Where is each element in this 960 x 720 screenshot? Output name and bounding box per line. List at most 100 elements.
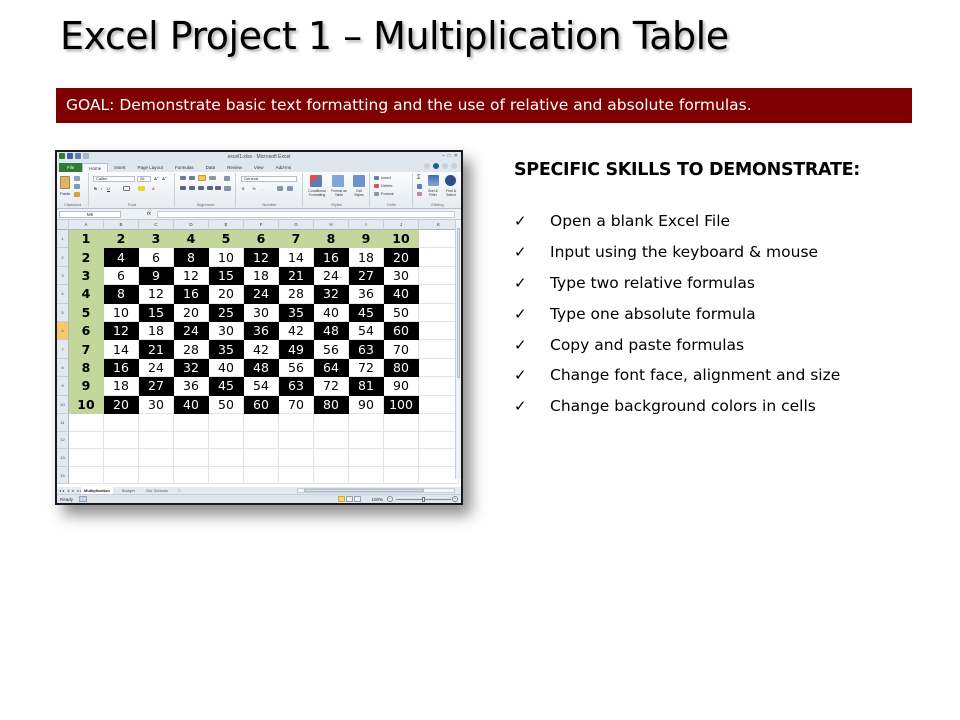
cell-g3[interactable]: 21 xyxy=(279,266,314,286)
column-header-k[interactable]: K xyxy=(419,220,459,230)
cell-k11[interactable] xyxy=(419,414,459,432)
cell-i11[interactable] xyxy=(349,414,384,432)
cell-k7[interactable] xyxy=(419,340,459,359)
normal-view-icon[interactable] xyxy=(338,496,345,502)
cell-d2[interactable]: 8 xyxy=(174,248,209,267)
cell-d8[interactable]: 32 xyxy=(174,358,209,378)
cell-g2[interactable]: 14 xyxy=(279,248,314,267)
cell-a4[interactable]: 4 xyxy=(69,285,104,304)
cell-g6[interactable]: 42 xyxy=(279,322,314,341)
row-header-6[interactable]: 6 xyxy=(57,322,69,341)
cell-a2[interactable]: 2 xyxy=(69,248,104,267)
cell-i3[interactable]: 27 xyxy=(349,266,384,286)
increase-decimal-icon[interactable] xyxy=(277,186,283,191)
cell-g7[interactable]: 49 xyxy=(279,340,314,359)
column-header-a[interactable]: A xyxy=(69,220,104,230)
cell-f9[interactable]: 54 xyxy=(244,377,279,396)
cell-b10[interactable]: 20 xyxy=(104,395,139,414)
row-header-3[interactable]: 3 xyxy=(57,266,69,286)
cell-j9[interactable]: 90 xyxy=(384,377,419,396)
cell-k6[interactable] xyxy=(419,322,459,341)
cell-i2[interactable]: 18 xyxy=(349,248,384,267)
horizontal-scrollbar[interactable] xyxy=(297,488,455,493)
copy-icon[interactable] xyxy=(74,184,80,189)
cell-d10[interactable]: 40 xyxy=(174,395,209,414)
column-header-e[interactable]: E xyxy=(209,220,244,230)
cell-c13[interactable] xyxy=(139,449,174,467)
italic-icon[interactable]: I xyxy=(101,186,102,191)
tab-review[interactable]: Review xyxy=(221,163,248,172)
cell-d7[interactable]: 28 xyxy=(174,340,209,359)
font-name-select[interactable]: Calibri xyxy=(93,176,135,182)
column-header-g[interactable]: G xyxy=(279,220,314,230)
cell-j7[interactable]: 70 xyxy=(384,340,419,359)
cell-f7[interactable]: 42 xyxy=(244,340,279,359)
underline-icon[interactable]: U xyxy=(107,186,110,191)
cell-d5[interactable]: 20 xyxy=(174,303,209,322)
cell-j4[interactable]: 40 xyxy=(384,285,419,304)
row-header-5[interactable]: 5 xyxy=(57,303,69,322)
align-center-icon[interactable] xyxy=(189,186,195,190)
maximize-icon[interactable]: □ xyxy=(448,153,451,159)
cell-f4[interactable]: 24 xyxy=(244,285,279,304)
cell-c3[interactable]: 9 xyxy=(139,266,174,286)
cell-f2[interactable]: 12 xyxy=(244,248,279,267)
cell-b12[interactable] xyxy=(104,431,139,450)
cell-b1[interactable]: 2 xyxy=(104,230,139,249)
row-header-7[interactable]: 7 xyxy=(57,340,69,359)
cell-k5[interactable] xyxy=(419,303,459,322)
cell-k14[interactable] xyxy=(419,466,459,485)
merge-center-icon[interactable] xyxy=(224,186,231,191)
comma-icon[interactable]: , xyxy=(262,186,263,191)
zoom-out-icon[interactable]: − xyxy=(387,496,393,502)
column-header-f[interactable]: F xyxy=(244,220,279,230)
cell-f12[interactable] xyxy=(244,431,279,450)
cell-c9[interactable]: 27 xyxy=(139,377,174,396)
cell-k4[interactable] xyxy=(419,285,459,304)
cell-h3[interactable]: 24 xyxy=(314,266,349,286)
cell-k1[interactable] xyxy=(419,230,459,249)
find-select-icon[interactable] xyxy=(445,175,456,186)
row-header-4[interactable]: 4 xyxy=(57,285,69,304)
cell-b6[interactable]: 12 xyxy=(104,322,139,341)
cell-h10[interactable]: 80 xyxy=(314,395,349,414)
cell-g12[interactable] xyxy=(279,431,314,450)
cut-icon[interactable] xyxy=(74,176,80,181)
cell-d1[interactable]: 4 xyxy=(174,230,209,249)
cell-d13[interactable] xyxy=(174,449,209,467)
font-size-select[interactable]: 26 xyxy=(137,176,151,182)
bold-icon[interactable]: B xyxy=(94,186,97,191)
column-header-d[interactable]: D xyxy=(174,220,209,230)
orientation-icon[interactable] xyxy=(209,176,216,180)
cell-d9[interactable]: 36 xyxy=(174,377,209,396)
tab-home[interactable]: Home xyxy=(82,163,109,172)
cell-a7[interactable]: 7 xyxy=(69,340,104,359)
cell-a10[interactable]: 10 xyxy=(69,395,104,414)
cell-a5[interactable]: 5 xyxy=(69,303,104,322)
cell-g9[interactable]: 63 xyxy=(279,377,314,396)
name-box[interactable]: M6 xyxy=(59,211,121,218)
cell-c6[interactable]: 18 xyxy=(139,322,174,341)
fill-icon[interactable] xyxy=(417,184,422,189)
cell-i6[interactable]: 54 xyxy=(349,322,384,341)
borders-icon[interactable] xyxy=(123,186,130,191)
cell-d3[interactable]: 12 xyxy=(174,266,209,286)
restore-icon[interactable] xyxy=(442,163,448,169)
cell-k8[interactable] xyxy=(419,358,459,378)
row-header-11[interactable]: 11 xyxy=(57,414,69,432)
cell-k12[interactable] xyxy=(419,431,459,450)
align-left-icon[interactable] xyxy=(180,186,186,190)
cell-e12[interactable] xyxy=(209,431,244,450)
vertical-scroll-thumb[interactable] xyxy=(457,228,460,378)
cell-e1[interactable]: 5 xyxy=(209,230,244,249)
cell-i1[interactable]: 9 xyxy=(349,230,384,249)
cell-i4[interactable]: 36 xyxy=(349,285,384,304)
cell-h14[interactable] xyxy=(314,466,349,485)
cell-c14[interactable] xyxy=(139,466,174,485)
macro-record-icon[interactable] xyxy=(79,496,87,502)
horizontal-scroll-thumb[interactable] xyxy=(304,489,424,492)
row-header-14[interactable]: 14 xyxy=(57,466,69,485)
zoom-level[interactable]: 100% xyxy=(371,497,383,502)
cell-h1[interactable]: 8 xyxy=(314,230,349,249)
cell-b2[interactable]: 4 xyxy=(104,248,139,267)
